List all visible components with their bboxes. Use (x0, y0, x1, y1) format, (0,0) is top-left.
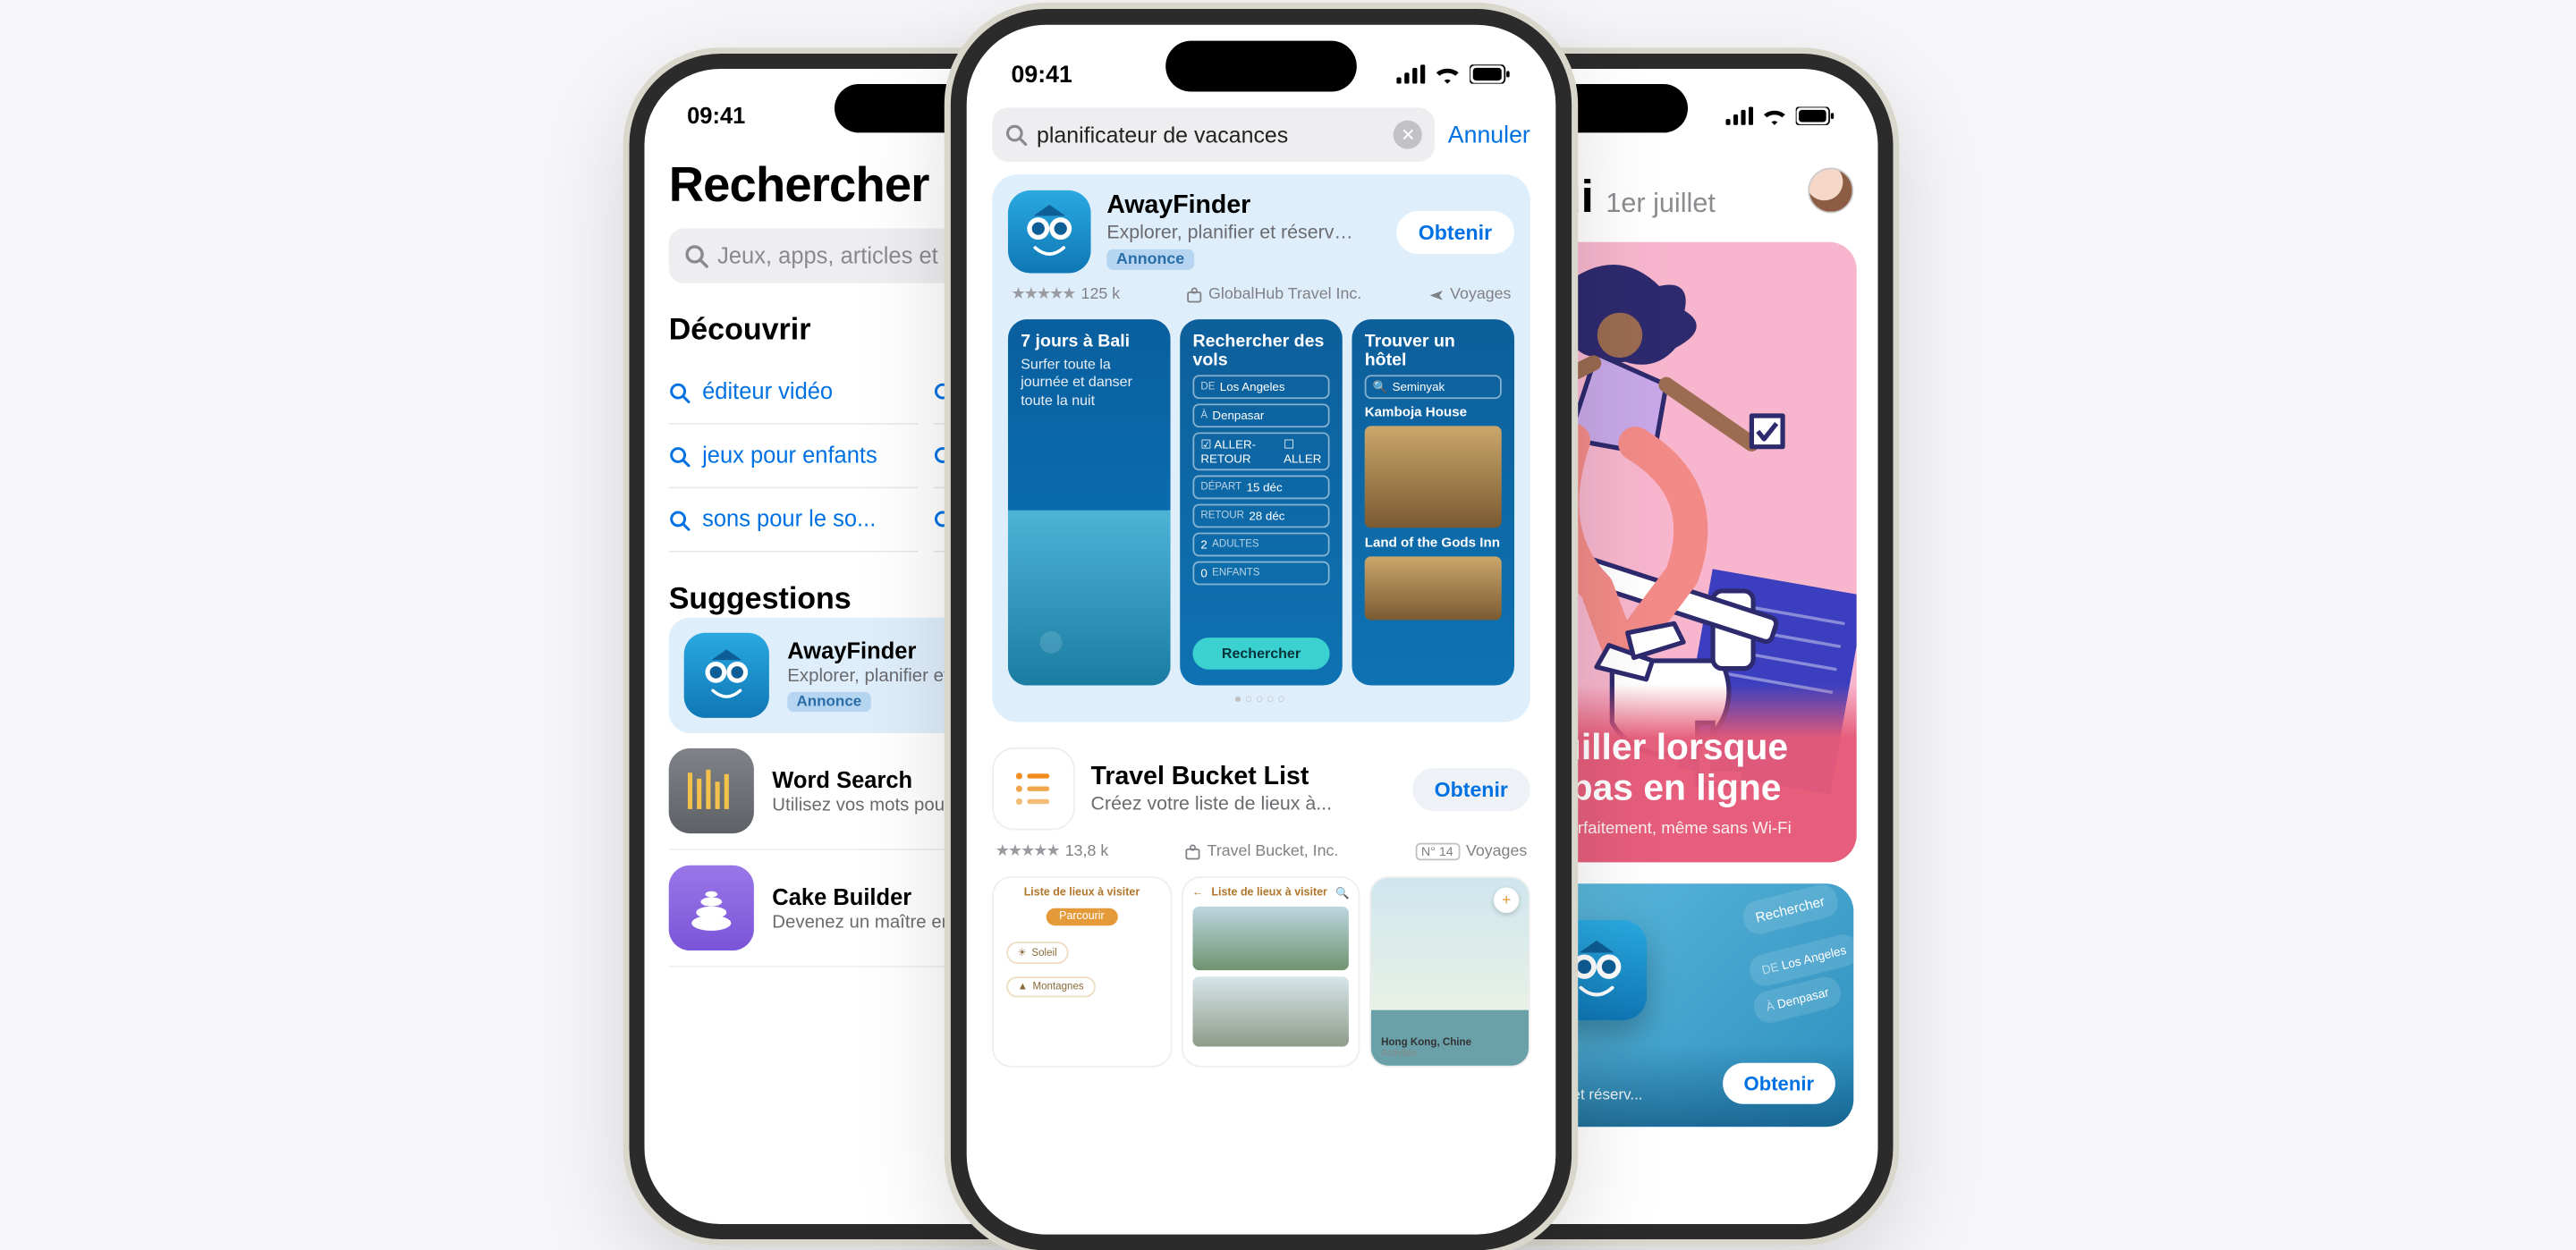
rank-badge: N° 14 (1415, 843, 1460, 861)
battery-icon (1796, 107, 1835, 125)
developer-name: GlobalHub Travel Inc. (1208, 286, 1361, 304)
avatar[interactable] (1808, 168, 1853, 214)
discover-item[interactable]: éditeur vidéo (669, 360, 919, 424)
wifi-icon (1762, 107, 1786, 125)
star-icon: ★★★★★ (996, 843, 1059, 861)
category: Voyages (1450, 286, 1511, 304)
screenshot-gallery: ←Liste de lieux à visiter🔍 (1181, 876, 1360, 1068)
search-query: planificateur de vacances (1037, 122, 1385, 147)
app-icon-bucketlist (992, 747, 1075, 831)
shot-title: Rechercher des vols (1192, 332, 1329, 370)
developer-icon (1185, 844, 1201, 860)
discover-label: jeux pour enfants (702, 443, 877, 469)
signal-icon (1726, 107, 1754, 125)
app-metadata: ★★★★★ 125 k GlobalHub Travel Inc. Voyage… (1008, 286, 1514, 304)
clear-icon[interactable]: ✕ (1394, 121, 1422, 149)
phone-results: 09:41 planificateur de vacances ✕ Annule… (951, 9, 1572, 1250)
discover-item[interactable]: sons pour le so... (669, 488, 919, 552)
ad-badge: Annonce (1106, 249, 1194, 270)
search-icon (1004, 123, 1027, 146)
plane-icon (1428, 287, 1444, 303)
app-icon-awayfinder (684, 633, 769, 718)
discover-item[interactable]: jeux pour enfants (669, 425, 919, 488)
search-icon (669, 509, 691, 530)
app-name: AwayFinder (1106, 192, 1380, 221)
promo-tile: Rechercher (1741, 883, 1841, 937)
star-icon: ★★★★★ (1012, 286, 1075, 304)
app-subtitle: Créez votre liste de lieux à... (1091, 792, 1346, 815)
app-icon-cakebuilder (669, 866, 754, 950)
status-time: 09:41 (1012, 61, 1072, 88)
get-button[interactable]: Obtenir (1396, 210, 1514, 253)
notch (1165, 41, 1357, 92)
cancel-button[interactable]: Annuler (1448, 121, 1530, 148)
status-time: 09:41 (687, 103, 745, 129)
search-cta: Rechercher (1192, 638, 1329, 670)
search-icon (669, 381, 691, 402)
category: Voyages (1466, 843, 1527, 861)
search-icon (669, 445, 691, 467)
wifi-icon (1435, 64, 1460, 83)
discover-label: éditeur vidéo (702, 379, 833, 405)
page-dots: ●○○○○ (1008, 692, 1514, 706)
app-name: Travel Bucket List (1091, 764, 1396, 792)
rating-count: 13,8 k (1065, 843, 1109, 861)
shot-title: 7 jours à Bali (1021, 332, 1157, 351)
shot-sub: Surfer toute la journée et danser toute … (1021, 356, 1157, 410)
search-icon (684, 244, 708, 268)
screenshot-city: + Hong Kong, ChineActivités (1370, 876, 1530, 1068)
app-subtitle: Explorer, planifier et réserver... (1106, 221, 1361, 243)
battery-icon (1470, 64, 1511, 83)
add-icon: + (1494, 888, 1519, 913)
signal-icon (1396, 64, 1425, 83)
search-result[interactable]: Travel Bucket List Créez votre liste de … (992, 747, 1530, 1068)
search-input[interactable]: planificateur de vacances ✕ (992, 107, 1435, 162)
screenshot-flights: Rechercher des vols DELos Angeles ÀDenpa… (1180, 319, 1343, 685)
search-result-ad[interactable]: AwayFinder Explorer, planifier et réserv… (992, 174, 1530, 722)
promo-tile: DE Los Angeles (1747, 932, 1854, 990)
get-button[interactable]: Obtenir (1412, 767, 1530, 810)
ad-badge: Annonce (787, 691, 870, 711)
shot-title: Trouver un hôtel (1365, 332, 1502, 370)
app-icon-awayfinder (1008, 190, 1091, 274)
rating-count: 125 k (1081, 286, 1121, 304)
today-date: 1er juillet (1606, 188, 1715, 220)
get-button[interactable]: Obtenir (1723, 1063, 1835, 1104)
developer-icon (1186, 287, 1202, 303)
page-title: Rechercher (669, 157, 929, 214)
screenshot-hotel: Trouver un hôtel 🔍 Seminyak Kamboja Hous… (1352, 319, 1514, 685)
app-metadata: ★★★★★ 13,8 k Travel Bucket, Inc. N° 14 V… (992, 843, 1530, 861)
discover-label: sons pour le so... (702, 507, 876, 533)
app-icon-wordsearch (669, 748, 754, 833)
developer-name: Travel Bucket, Inc. (1208, 843, 1339, 861)
screenshot-bali: 7 jours à Bali Surfer toute la journée e… (1008, 319, 1171, 685)
screenshot-list: Liste de lieux à visiter Parcourir ☀ Sol… (992, 876, 1172, 1068)
